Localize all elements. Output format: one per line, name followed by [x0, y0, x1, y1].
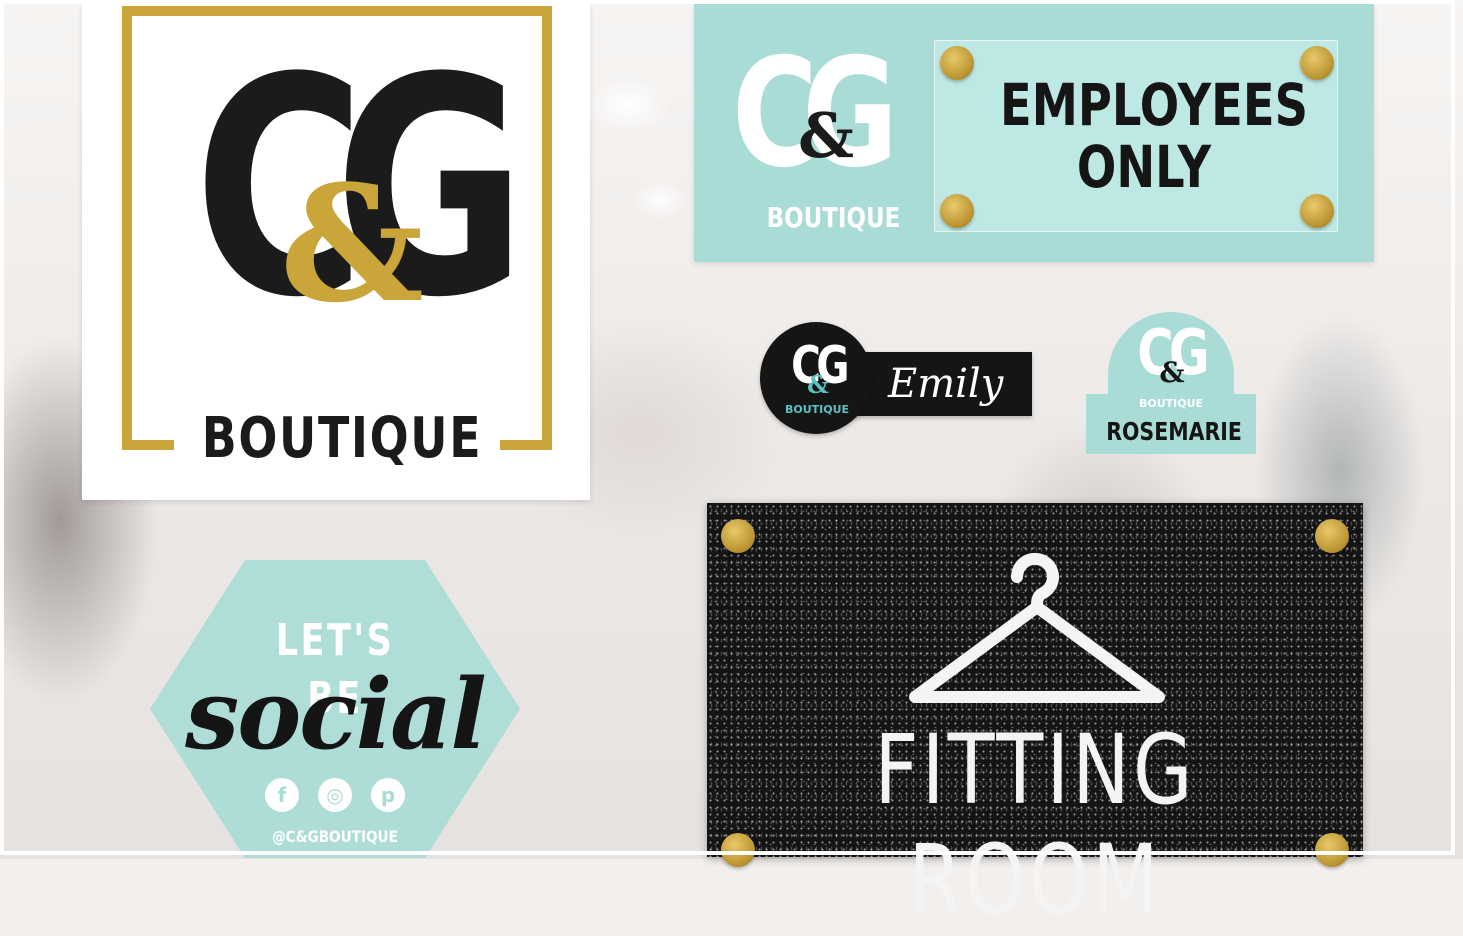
image-border [0, 0, 1455, 855]
